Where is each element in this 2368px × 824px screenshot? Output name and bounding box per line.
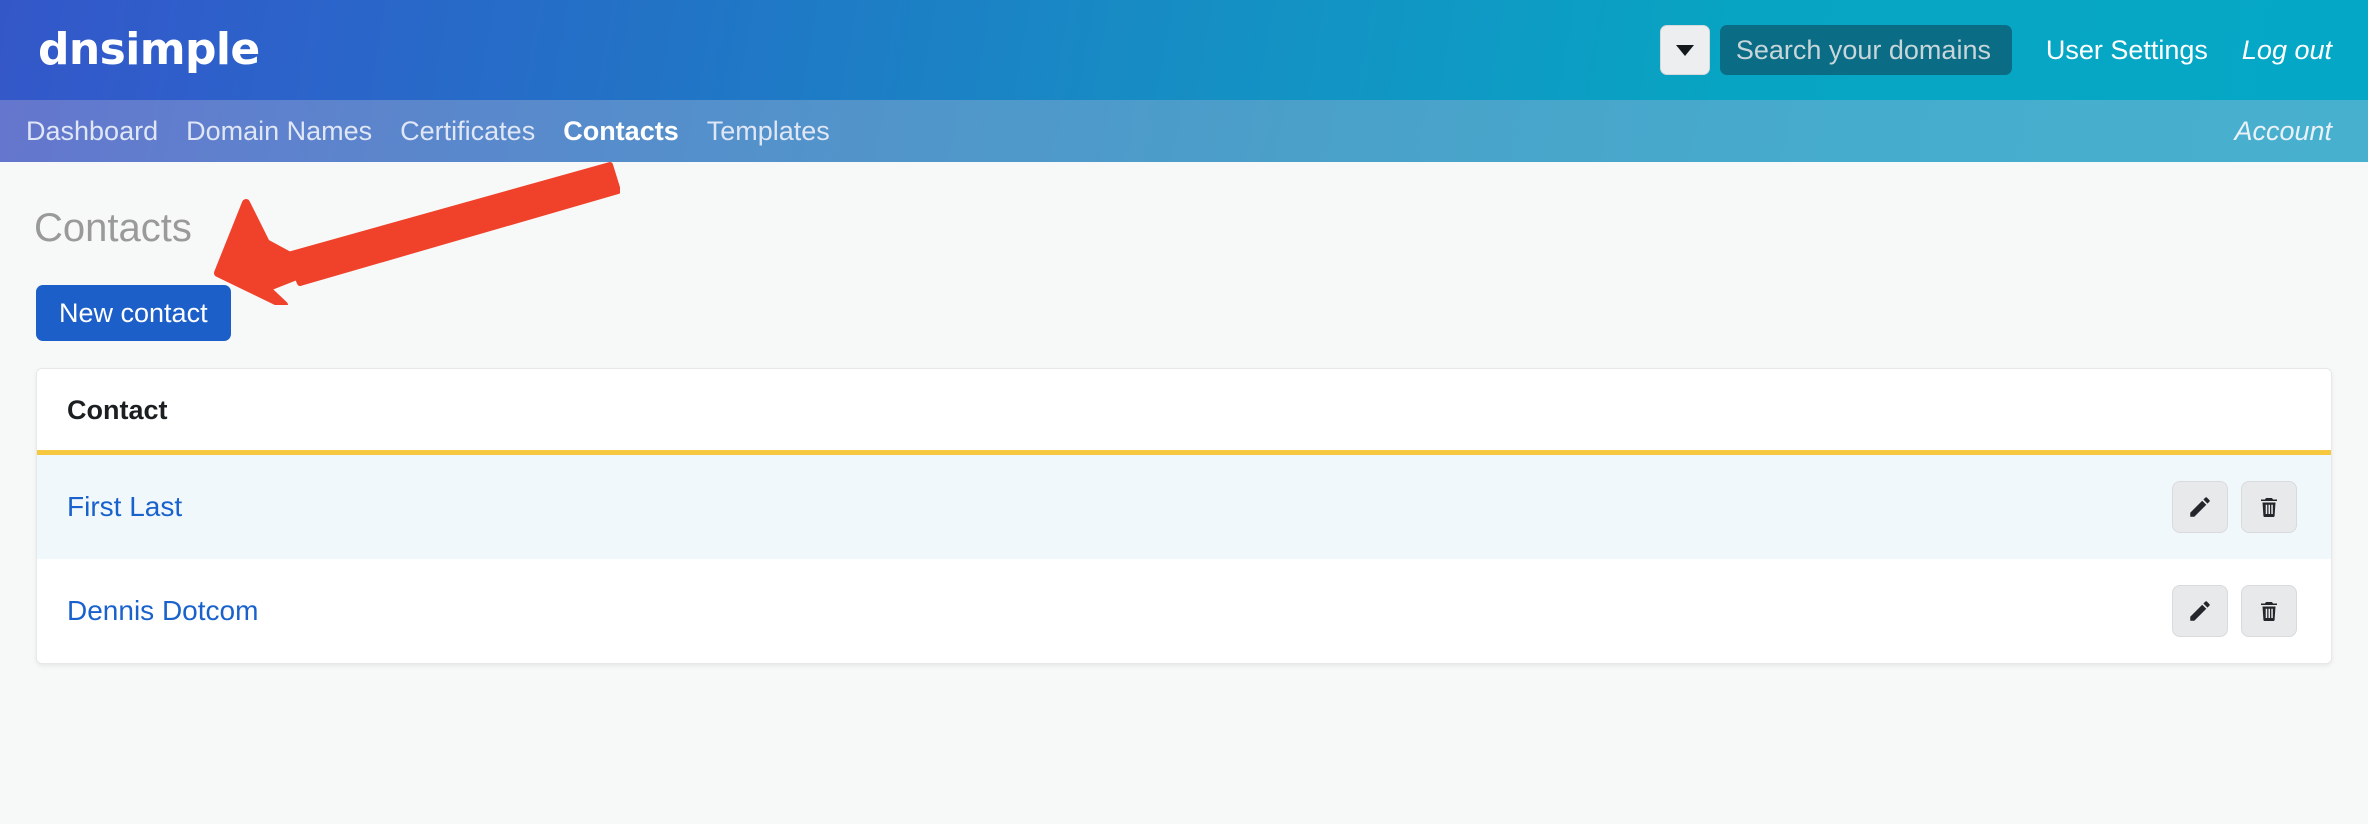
row-actions-cell	[2071, 559, 2331, 663]
edit-contact-button[interactable]	[2171, 481, 2228, 533]
user-settings-link[interactable]: User Settings	[2046, 35, 2208, 66]
delete-contact-button[interactable]	[2241, 481, 2297, 533]
edit-contact-button[interactable]	[2171, 585, 2228, 637]
new-contact-button[interactable]: New contact	[36, 285, 231, 341]
log-out-link[interactable]: Log out	[2242, 35, 2332, 66]
trash-icon	[2257, 494, 2281, 520]
dnsimple-logo[interactable]: dnsimple	[38, 28, 260, 72]
nav-item-dashboard[interactable]: Dashboard	[26, 116, 158, 147]
domain-search-group	[1659, 24, 2012, 76]
table-header-row: Contact	[37, 369, 2331, 455]
column-header-actions	[2071, 369, 2331, 455]
contact-link[interactable]: Dennis Dotcom	[67, 595, 258, 626]
page-title: Contacts	[34, 206, 192, 250]
contact-name-cell: Dennis Dotcom	[37, 559, 2071, 663]
search-scope-dropdown-button[interactable]	[1659, 25, 1710, 75]
nav-item-templates[interactable]: Templates	[707, 116, 830, 147]
main-navigation-bar: Dashboard Domain Names Certificates Cont…	[0, 100, 2368, 162]
table-head: Contact	[37, 369, 2331, 455]
pencil-icon	[2187, 494, 2213, 520]
column-header-contact: Contact	[37, 369, 2071, 455]
contacts-table-card: Contact First Last Dennis Dotcom	[36, 368, 2332, 664]
table-body: First Last Dennis Dotcom	[37, 452, 2331, 663]
header-right-group: User Settings Log out	[1659, 24, 2332, 76]
contacts-table: Contact First Last Dennis Dotcom	[37, 369, 2331, 663]
main-content: Contacts New contact Contact First Last	[0, 208, 2368, 664]
trash-icon	[2257, 598, 2281, 624]
nav-item-domain-names[interactable]: Domain Names	[186, 116, 372, 147]
table-row: First Last	[37, 452, 2331, 560]
row-actions-cell	[2071, 453, 2331, 560]
nav-item-account[interactable]: Account	[2234, 116, 2332, 147]
search-input[interactable]	[1719, 25, 2012, 75]
pencil-icon	[2187, 598, 2213, 624]
nav-item-certificates[interactable]: Certificates	[400, 116, 535, 147]
top-header-bar: dnsimple User Settings Log out	[0, 0, 2368, 100]
table-row: Dennis Dotcom	[37, 559, 2331, 663]
chevron-down-icon	[1675, 44, 1694, 56]
delete-contact-button[interactable]	[2241, 585, 2297, 637]
contact-link[interactable]: First Last	[67, 491, 182, 522]
contact-name-cell: First Last	[37, 453, 2071, 560]
nav-item-contacts[interactable]: Contacts	[563, 116, 679, 147]
